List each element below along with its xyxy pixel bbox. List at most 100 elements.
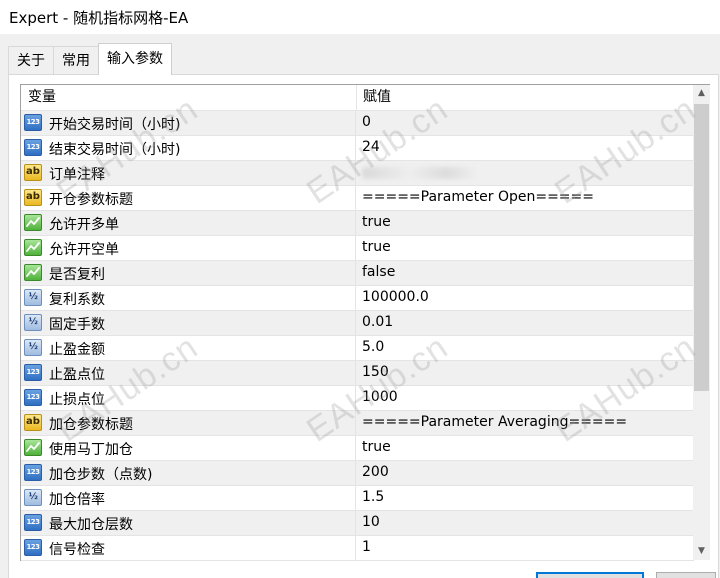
vertical-scrollbar[interactable]: ▲ ▼ (693, 84, 710, 560)
table-row[interactable]: ½ 复利系数 100000.0 (21, 286, 694, 311)
value-cell[interactable]: 150 (362, 364, 389, 380)
variable-cell: 123 信号检查 (21, 536, 356, 560)
variable-cell: 允许开多单 (21, 211, 356, 235)
variable-cell: 允许开空单 (21, 236, 356, 260)
variable-name: 止盈点位 (49, 367, 105, 383)
variable-name: 止盈金额 (49, 342, 105, 358)
bool-type-icon (24, 264, 42, 281)
value-cell[interactable]: 24 (362, 139, 380, 155)
value-cell[interactable]: =====Parameter Averaging===== (362, 414, 627, 430)
table-row[interactable]: 123 止盈点位 150 (21, 361, 694, 386)
variable-name: 是否复利 (49, 267, 105, 283)
value-cell[interactable]: 1 (362, 539, 371, 555)
int-type-icon: 123 (24, 364, 42, 381)
double-type-icon: ½ (24, 489, 42, 506)
cancel-button[interactable] (656, 572, 716, 578)
string-type-icon: ab (24, 164, 42, 181)
table-row[interactable]: 123 开始交易时间（小时) 0 (21, 111, 694, 136)
variable-cell: ½ 加仓倍率 (21, 486, 356, 510)
table-row[interactable]: ½ 加仓倍率 1.5 (21, 486, 694, 511)
variable-name: 结束交易时间（小时) (49, 142, 181, 158)
variable-name: 止损点位 (49, 392, 105, 408)
variable-name: 信号检查 (49, 542, 105, 558)
tab-about[interactable]: 关于 (8, 46, 54, 75)
variable-name: 加仓参数标题 (49, 417, 133, 433)
int-type-icon: 123 (24, 389, 42, 406)
int-type-icon: 123 (24, 464, 42, 481)
variable-name: 加仓步数（点数) (49, 467, 153, 483)
int-type-icon: 123 (24, 139, 42, 156)
value-cell[interactable]: 0.01 (362, 314, 393, 330)
ok-button[interactable] (536, 572, 644, 578)
table-row[interactable]: 123 加仓步数（点数) 200 (21, 461, 694, 486)
grid-rows: 123 开始交易时间（小时) 0 123 结束交易时间（小时) 24 ab 订单注释 ab 开仓参… (21, 111, 694, 561)
column-header-value[interactable]: 赋值 (356, 85, 391, 110)
value-cell[interactable]: 100000.0 (362, 289, 429, 305)
window-title: Expert - 随机指标网格-EA (9, 9, 189, 27)
variable-cell: 123 止盈点位 (21, 361, 356, 385)
redacted-value[interactable] (362, 167, 482, 179)
table-row[interactable]: 123 信号检查 1 (21, 536, 694, 561)
int-type-icon: 123 (24, 514, 42, 531)
value-cell[interactable]: true (362, 439, 391, 455)
tab-inputs[interactable]: 输入参数 (98, 43, 172, 75)
table-row[interactable]: ½ 固定手数 0.01 (21, 311, 694, 336)
value-cell[interactable]: 10 (362, 514, 380, 530)
variable-cell: 123 加仓步数（点数) (21, 461, 356, 485)
value-cell[interactable]: 200 (362, 464, 389, 480)
scroll-down-arrow-icon[interactable]: ▼ (693, 543, 710, 560)
value-cell[interactable]: false (362, 264, 395, 280)
value-cell[interactable]: 1.5 (362, 489, 384, 505)
string-type-icon: ab (24, 189, 42, 206)
variable-cell: 123 止损点位 (21, 386, 356, 410)
variable-cell: ½ 复利系数 (21, 286, 356, 310)
tab-strip: 关于 常用 输入参数 (8, 43, 172, 75)
table-row[interactable]: 允许开多单 true (21, 211, 694, 236)
value-cell[interactable]: 5.0 (362, 339, 384, 355)
variable-cell: ab 加仓参数标题 (21, 411, 356, 435)
variable-name: 最大加仓层数 (49, 517, 133, 533)
int-type-icon: 123 (24, 539, 42, 556)
table-row[interactable]: ab 订单注释 (21, 161, 694, 186)
column-header-variable[interactable]: 变量 (21, 85, 357, 110)
scrollbar-thumb[interactable] (694, 104, 709, 391)
variable-cell: 123 最大加仓层数 (21, 511, 356, 535)
string-type-icon: ab (24, 414, 42, 431)
bool-type-icon (24, 214, 42, 231)
variable-cell: ab 开仓参数标题 (21, 186, 356, 210)
bool-type-icon (24, 439, 42, 456)
variable-cell: 123 开始交易时间（小时) (21, 111, 356, 135)
title-bar: Expert - 随机指标网格-EA (0, 0, 720, 34)
tab-common[interactable]: 常用 (53, 46, 99, 75)
variable-cell: 123 结束交易时间（小时) (21, 136, 356, 160)
int-type-icon: 123 (24, 114, 42, 131)
table-row[interactable]: ½ 止盈金额 5.0 (21, 336, 694, 361)
table-row[interactable]: ab 开仓参数标题 =====Parameter Open===== (21, 186, 694, 211)
grid-header: 变量 赋值 (21, 85, 694, 111)
variable-cell: 是否复利 (21, 261, 356, 285)
value-cell[interactable]: =====Parameter Open===== (362, 189, 594, 205)
table-row[interactable]: 允许开空单 true (21, 236, 694, 261)
double-type-icon: ½ (24, 339, 42, 356)
value-cell[interactable]: 1000 (362, 389, 398, 405)
scroll-up-arrow-icon[interactable]: ▲ (693, 85, 710, 102)
variable-name: 使用马丁加仓 (49, 442, 133, 458)
value-cell[interactable]: 0 (362, 114, 371, 130)
inputs-grid: 变量 赋值 123 开始交易时间（小时) 0 123 结束交易时间（小时) 24 ab 订单注… (20, 84, 694, 561)
table-row[interactable]: 123 结束交易时间（小时) 24 (21, 136, 694, 161)
value-cell[interactable]: true (362, 239, 391, 255)
value-cell[interactable]: true (362, 214, 391, 230)
variable-cell: ab 订单注释 (21, 161, 356, 185)
table-row[interactable]: ab 加仓参数标题 =====Parameter Averaging===== (21, 411, 694, 436)
table-row[interactable]: 使用马丁加仓 true (21, 436, 694, 461)
variable-cell: 使用马丁加仓 (21, 436, 356, 460)
table-row[interactable]: 123 止损点位 1000 (21, 386, 694, 411)
variable-name: 固定手数 (49, 317, 105, 333)
table-row[interactable]: 是否复利 false (21, 261, 694, 286)
double-type-icon: ½ (24, 289, 42, 306)
variable-name: 加仓倍率 (49, 492, 105, 508)
variable-cell: ½ 止盈金额 (21, 336, 356, 360)
variable-name: 订单注释 (49, 167, 105, 183)
bool-type-icon (24, 239, 42, 256)
table-row[interactable]: 123 最大加仓层数 10 (21, 511, 694, 536)
